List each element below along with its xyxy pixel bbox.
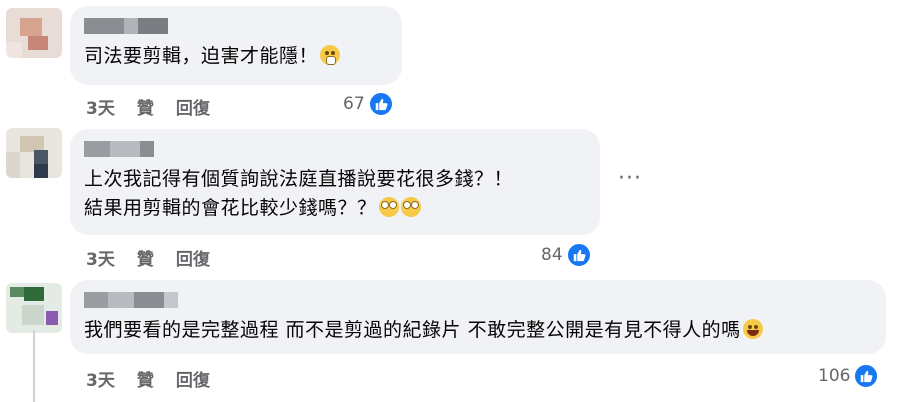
like-button[interactable]: 贊 <box>137 245 154 270</box>
timestamp[interactable]: 3天 <box>86 94 115 119</box>
reply-button[interactable]: 回復 <box>176 245 210 270</box>
thumbs-up-icon <box>853 363 880 389</box>
like-count[interactable]: 106 <box>818 363 880 389</box>
like-count-value: 106 <box>818 366 851 386</box>
author-name-redacted[interactable] <box>84 16 386 36</box>
comment-actions: 3天 贊 回復 <box>86 94 210 119</box>
comment-actions: 3天 贊 回復 <box>86 366 210 391</box>
timestamp[interactable]: 3天 <box>86 245 115 270</box>
avatar[interactable] <box>6 283 62 333</box>
like-count-value: 67 <box>343 94 365 114</box>
comment-bubble: 司法要剪輯，迫害才能隱！ <box>70 6 402 85</box>
comment-text-line-1: 上次我記得有個質詢說法庭直播說要花很多錢？！ <box>84 168 514 190</box>
rolling-laughing-emoji-icon <box>742 319 763 339</box>
timestamp[interactable]: 3天 <box>86 366 115 391</box>
thumbs-up-icon <box>367 91 394 117</box>
rolling-eyes-emoji-icon <box>378 197 399 217</box>
comment-text: 司法要剪輯，迫害才能隱！ <box>84 42 386 71</box>
avatar[interactable] <box>6 128 62 178</box>
comment-text: 我們要看的是完整過程 而不是剪過的紀錄片 不敢完整公開是有見不得人的嗎 <box>84 316 870 345</box>
comment-actions: 3天 贊 回復 <box>86 245 210 270</box>
author-name-redacted[interactable] <box>84 290 870 310</box>
more-options-button[interactable]: ··· <box>618 166 642 191</box>
avatar[interactable] <box>6 8 62 58</box>
thumbs-up-icon <box>565 242 592 268</box>
like-button[interactable]: 贊 <box>137 366 154 391</box>
thread-line <box>33 330 35 402</box>
author-name-redacted[interactable] <box>84 139 584 159</box>
reply-button[interactable]: 回復 <box>176 94 210 119</box>
reply-button[interactable]: 回復 <box>176 366 210 391</box>
rolling-eyes-emoji-icon <box>400 197 421 217</box>
comment-bubble: 我們要看的是完整過程 而不是剪過的紀錄片 不敢完整公開是有見不得人的嗎 <box>70 280 886 354</box>
comment-bubble: 上次我記得有個質詢說法庭直播說要花很多錢？！ 結果用剪輯的會花比較少錢嗎？？ <box>70 129 600 235</box>
like-count[interactable]: 84 <box>541 242 592 268</box>
comment-text-line-2: 結果用剪輯的會花比較少錢嗎？？ <box>84 194 584 223</box>
like-button[interactable]: 贊 <box>137 94 154 119</box>
scream-emoji-icon <box>320 45 341 65</box>
like-count-value: 84 <box>541 245 563 265</box>
like-count[interactable]: 67 <box>343 91 394 117</box>
